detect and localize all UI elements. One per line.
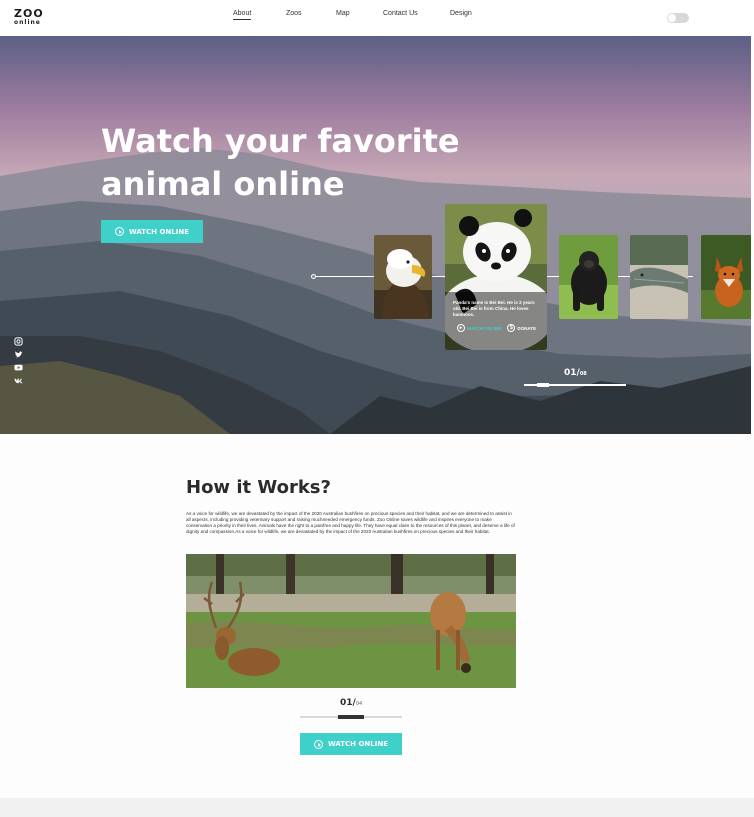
vk-icon[interactable] — [14, 376, 23, 385]
how-slide-counter: 01/04 — [340, 698, 362, 708]
how-slider-thumb[interactable] — [338, 715, 364, 719]
panda-donate-label: DONATE — [517, 325, 537, 331]
youtube-icon[interactable] — [14, 363, 23, 372]
twitter-icon[interactable] — [14, 350, 23, 359]
dollar-icon: $ — [507, 324, 516, 332]
hero-section: Watch your favorite animal online WATCH … — [0, 36, 751, 434]
how-watch-online-label: WATCH ONLINE — [327, 740, 388, 748]
nav-about[interactable]: About — [233, 10, 252, 20]
instagram-icon[interactable] — [14, 337, 23, 346]
theme-toggle[interactable] — [667, 13, 689, 23]
animal-card-gorilla[interactable] — [559, 235, 618, 319]
play-icon — [313, 739, 323, 749]
social-links — [14, 337, 24, 389]
how-slide-total: 04 — [355, 701, 363, 707]
how-it-works-title: How it Works? — [186, 477, 331, 498]
hero-slide-counter: 01/08 — [564, 368, 587, 378]
how-it-works-text: As a voice for wildlife, we are devastat… — [186, 511, 515, 534]
animal-card-fox[interactable] — [701, 235, 751, 319]
animal-card-crocodile[interactable] — [630, 235, 688, 319]
hero-watch-online-button[interactable]: WATCH ONLINE — [101, 220, 203, 243]
panda-card-actions: ▸ WATCH ONLINE $ DONATE — [457, 324, 536, 332]
main-nav: About Zoos Map Contact Us Design — [0, 10, 754, 24]
site-header: ZOO online About Zoos Map Contact Us Des… — [0, 0, 754, 36]
animal-card-eagle[interactable] — [374, 235, 432, 319]
play-icon: ▸ — [457, 324, 465, 332]
how-slide-current: 01/ — [340, 698, 356, 708]
nav-zoos[interactable]: Zoos — [286, 10, 302, 17]
deer-photo — [186, 554, 516, 688]
hero-watch-online-label: WATCH ONLINE — [128, 227, 189, 236]
play-icon — [114, 227, 124, 236]
hero-slider-thumb[interactable] — [537, 383, 549, 387]
panda-watch-online-link[interactable]: ▸ WATCH ONLINE — [457, 324, 501, 332]
nav-design[interactable]: Design — [450, 10, 472, 17]
hero-slide-current: 01/ — [564, 368, 580, 378]
nav-contact-us[interactable]: Contact Us — [383, 10, 418, 17]
hero-slide-total: 08 — [579, 371, 587, 377]
panda-description: Panda's name is Bei Bei. He is 2 years o… — [453, 300, 535, 317]
footer-strip — [0, 798, 754, 817]
how-slider-bar[interactable] — [300, 715, 402, 719]
panda-donate-link[interactable]: $ DONATE — [507, 324, 536, 332]
nav-map[interactable]: Map — [336, 10, 350, 17]
how-watch-online-button[interactable]: WATCH ONLINE — [300, 733, 402, 755]
hero-slider-bar[interactable] — [524, 383, 626, 387]
panda-watch-online-label: WATCH ONLINE — [467, 325, 502, 331]
hero-title: Watch your favorite animal online — [101, 122, 460, 203]
toggle-knob — [668, 14, 676, 22]
animal-card-panda[interactable]: Panda's name is Bei Bei. He is 2 years o… — [445, 204, 547, 350]
carousel-track-start — [311, 274, 316, 279]
